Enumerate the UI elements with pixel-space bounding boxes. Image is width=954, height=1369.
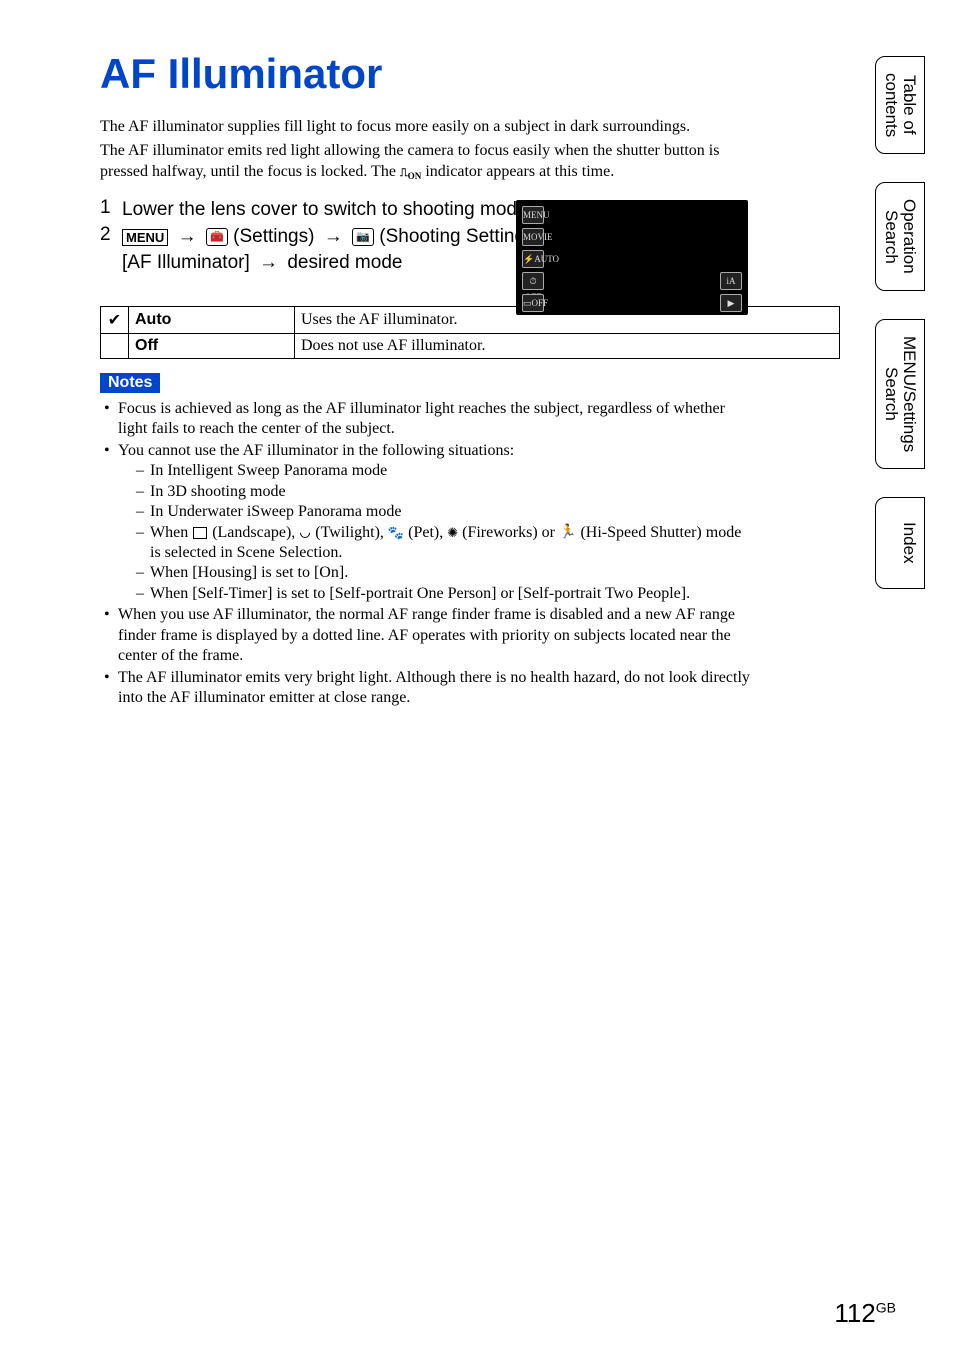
sc-mode-icon: iA (720, 272, 742, 290)
landscape-icon (193, 527, 207, 539)
option-desc: Does not use AF illuminator. (295, 333, 840, 358)
indicator-suffix: ON (408, 171, 422, 181)
desired-mode-label: desired mode (287, 252, 402, 273)
check-cell: ✔ (101, 306, 129, 333)
tab-index[interactable]: Index (875, 497, 925, 589)
menu-button-icon: MENU (122, 229, 168, 246)
tab-line: Operation (900, 199, 919, 274)
sc-play-icon: ▶ (720, 294, 742, 312)
af-on-indicator-icon: ⎍ON (400, 166, 421, 183)
pet-icon: 🐾 (388, 525, 404, 542)
fireworks-icon: ✺ (447, 525, 458, 542)
page-title: AF Illuminator (100, 50, 750, 98)
page-number: 112GB (834, 1298, 896, 1329)
arrow-icon: → (255, 252, 282, 273)
scene-text: (Pet), (404, 524, 447, 541)
note-subitem: When (Landscape), (Twilight), 🐾 (Pet), ✺… (136, 523, 750, 564)
option-label: Off (129, 333, 295, 358)
camera-gear-icon: 📷 (352, 228, 374, 246)
intro-line1: The AF illuminator supplies fill light t… (100, 118, 690, 135)
step1-number: 1 (100, 197, 122, 219)
note-subitem: When [Self-Timer] is set to [Self-portra… (136, 584, 750, 604)
option-label: Auto (129, 306, 295, 333)
intro-text: The AF illuminator supplies fill light t… (100, 116, 750, 183)
sc-menu-icon: MENU (522, 206, 544, 224)
scene-text: (Fireworks) or (458, 524, 559, 541)
note-sublist: In Intelligent Sweep Panorama mode In 3D… (118, 461, 750, 604)
tab-line: Search (882, 210, 901, 264)
hispeed-icon: 🏃 (559, 524, 576, 542)
tab-line: Index (900, 522, 919, 564)
sc-timer-icon: ⏱OFF (522, 272, 544, 290)
note-item: You cannot use the AF illuminator in the… (100, 441, 750, 605)
menu-item-label: [AF Illuminator] (122, 252, 250, 273)
tab-line: Table of (900, 75, 919, 135)
sc-burst-icon: ▭OFF (522, 294, 544, 312)
camera-screen-preview: MENU MOVIE ⚡AUTO ⏱OFF ▭OFF iA ▶ (516, 200, 748, 315)
step-list: 1 Lower the lens cover to switch to shoo… (100, 197, 750, 276)
note-text: You cannot use the AF illuminator in the… (118, 442, 514, 459)
settings-label: (Settings) (233, 226, 314, 247)
tab-line: MENU/Settings (900, 336, 919, 452)
sc-flash-icon: ⚡AUTO (522, 250, 544, 268)
tab-line: contents (882, 73, 901, 137)
note-subitem: In 3D shooting mode (136, 482, 750, 502)
scene-text: When (150, 524, 192, 541)
page-number-value: 112 (834, 1298, 875, 1328)
tab-toc[interactable]: Table of contents (875, 56, 925, 154)
page-number-suffix: GB (876, 1299, 896, 1315)
arrow-icon: → (320, 226, 347, 247)
sc-movie-icon: MOVIE (522, 228, 544, 246)
notes-heading: Notes (100, 373, 160, 393)
scene-text: (Landscape), (208, 524, 299, 541)
tab-menu-settings-search[interactable]: MENU/Settings Search (875, 319, 925, 469)
side-tabs: Table of contents Operation Search MENU/… (875, 56, 925, 589)
note-item: Focus is achieved as long as the AF illu… (100, 399, 750, 440)
note-item: When you use AF illuminator, the normal … (100, 605, 750, 666)
note-item: The AF illuminator emits very bright lig… (100, 668, 750, 709)
toolbox-icon: 🧰 (206, 228, 228, 246)
notes-list: Focus is achieved as long as the AF illu… (100, 399, 750, 709)
check-cell (101, 333, 129, 358)
table-row: Off Does not use AF illuminator. (101, 333, 840, 358)
step2-number: 2 (100, 224, 122, 246)
note-subitem: In Intelligent Sweep Panorama mode (136, 461, 750, 481)
note-subitem: In Underwater iSweep Panorama mode (136, 502, 750, 522)
arrow-icon: → (174, 226, 201, 247)
tab-operation-search[interactable]: Operation Search (875, 182, 925, 291)
scene-text: (Twilight), (311, 524, 388, 541)
note-subitem: When [Housing] is set to [On]. (136, 563, 750, 583)
intro-line2-b: indicator appears at this time. (421, 163, 614, 180)
tab-line: Search (882, 367, 901, 421)
